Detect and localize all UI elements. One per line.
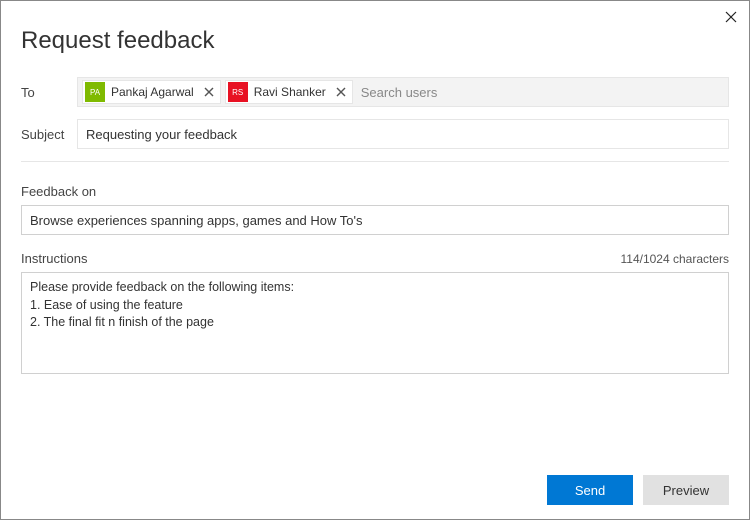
avatar: PA [85,82,105,102]
recipient-name: Ravi Shanker [254,85,326,99]
character-count: 114/1024 characters [620,252,729,266]
close-icon [725,11,737,23]
instructions-label-row: Instructions 114/1024 characters [21,251,729,266]
remove-recipient-button[interactable] [200,83,218,101]
instructions-label: Instructions [21,251,87,266]
recipient-chip: RS Ravi Shanker [225,80,353,104]
close-button[interactable] [719,5,743,29]
recipient-name: Pankaj Agarwal [111,85,194,99]
subject-input[interactable] [77,119,729,149]
divider [21,161,729,162]
feedback-on-input[interactable] [21,205,729,235]
close-icon [336,87,346,97]
remove-recipient-button[interactable] [332,83,350,101]
request-feedback-dialog: Request feedback To PA Pankaj Agarwal RS… [0,0,750,520]
avatar: RS [228,82,248,102]
to-field[interactable]: PA Pankaj Agarwal RS Ravi Shanker [77,77,729,107]
feedback-on-label: Feedback on [21,184,729,199]
subject-label: Subject [21,127,77,142]
instructions-textarea[interactable] [21,272,729,374]
send-button[interactable]: Send [547,475,633,505]
preview-button[interactable]: Preview [643,475,729,505]
to-row: To PA Pankaj Agarwal RS Ravi Shanker [21,77,729,107]
dialog-title: Request feedback [21,27,729,55]
dialog-footer: Send Preview [547,475,729,505]
search-users-input[interactable] [357,81,724,104]
recipient-chip: PA Pankaj Agarwal [82,80,221,104]
subject-row: Subject [21,119,729,149]
to-label: To [21,85,77,100]
close-icon [204,87,214,97]
